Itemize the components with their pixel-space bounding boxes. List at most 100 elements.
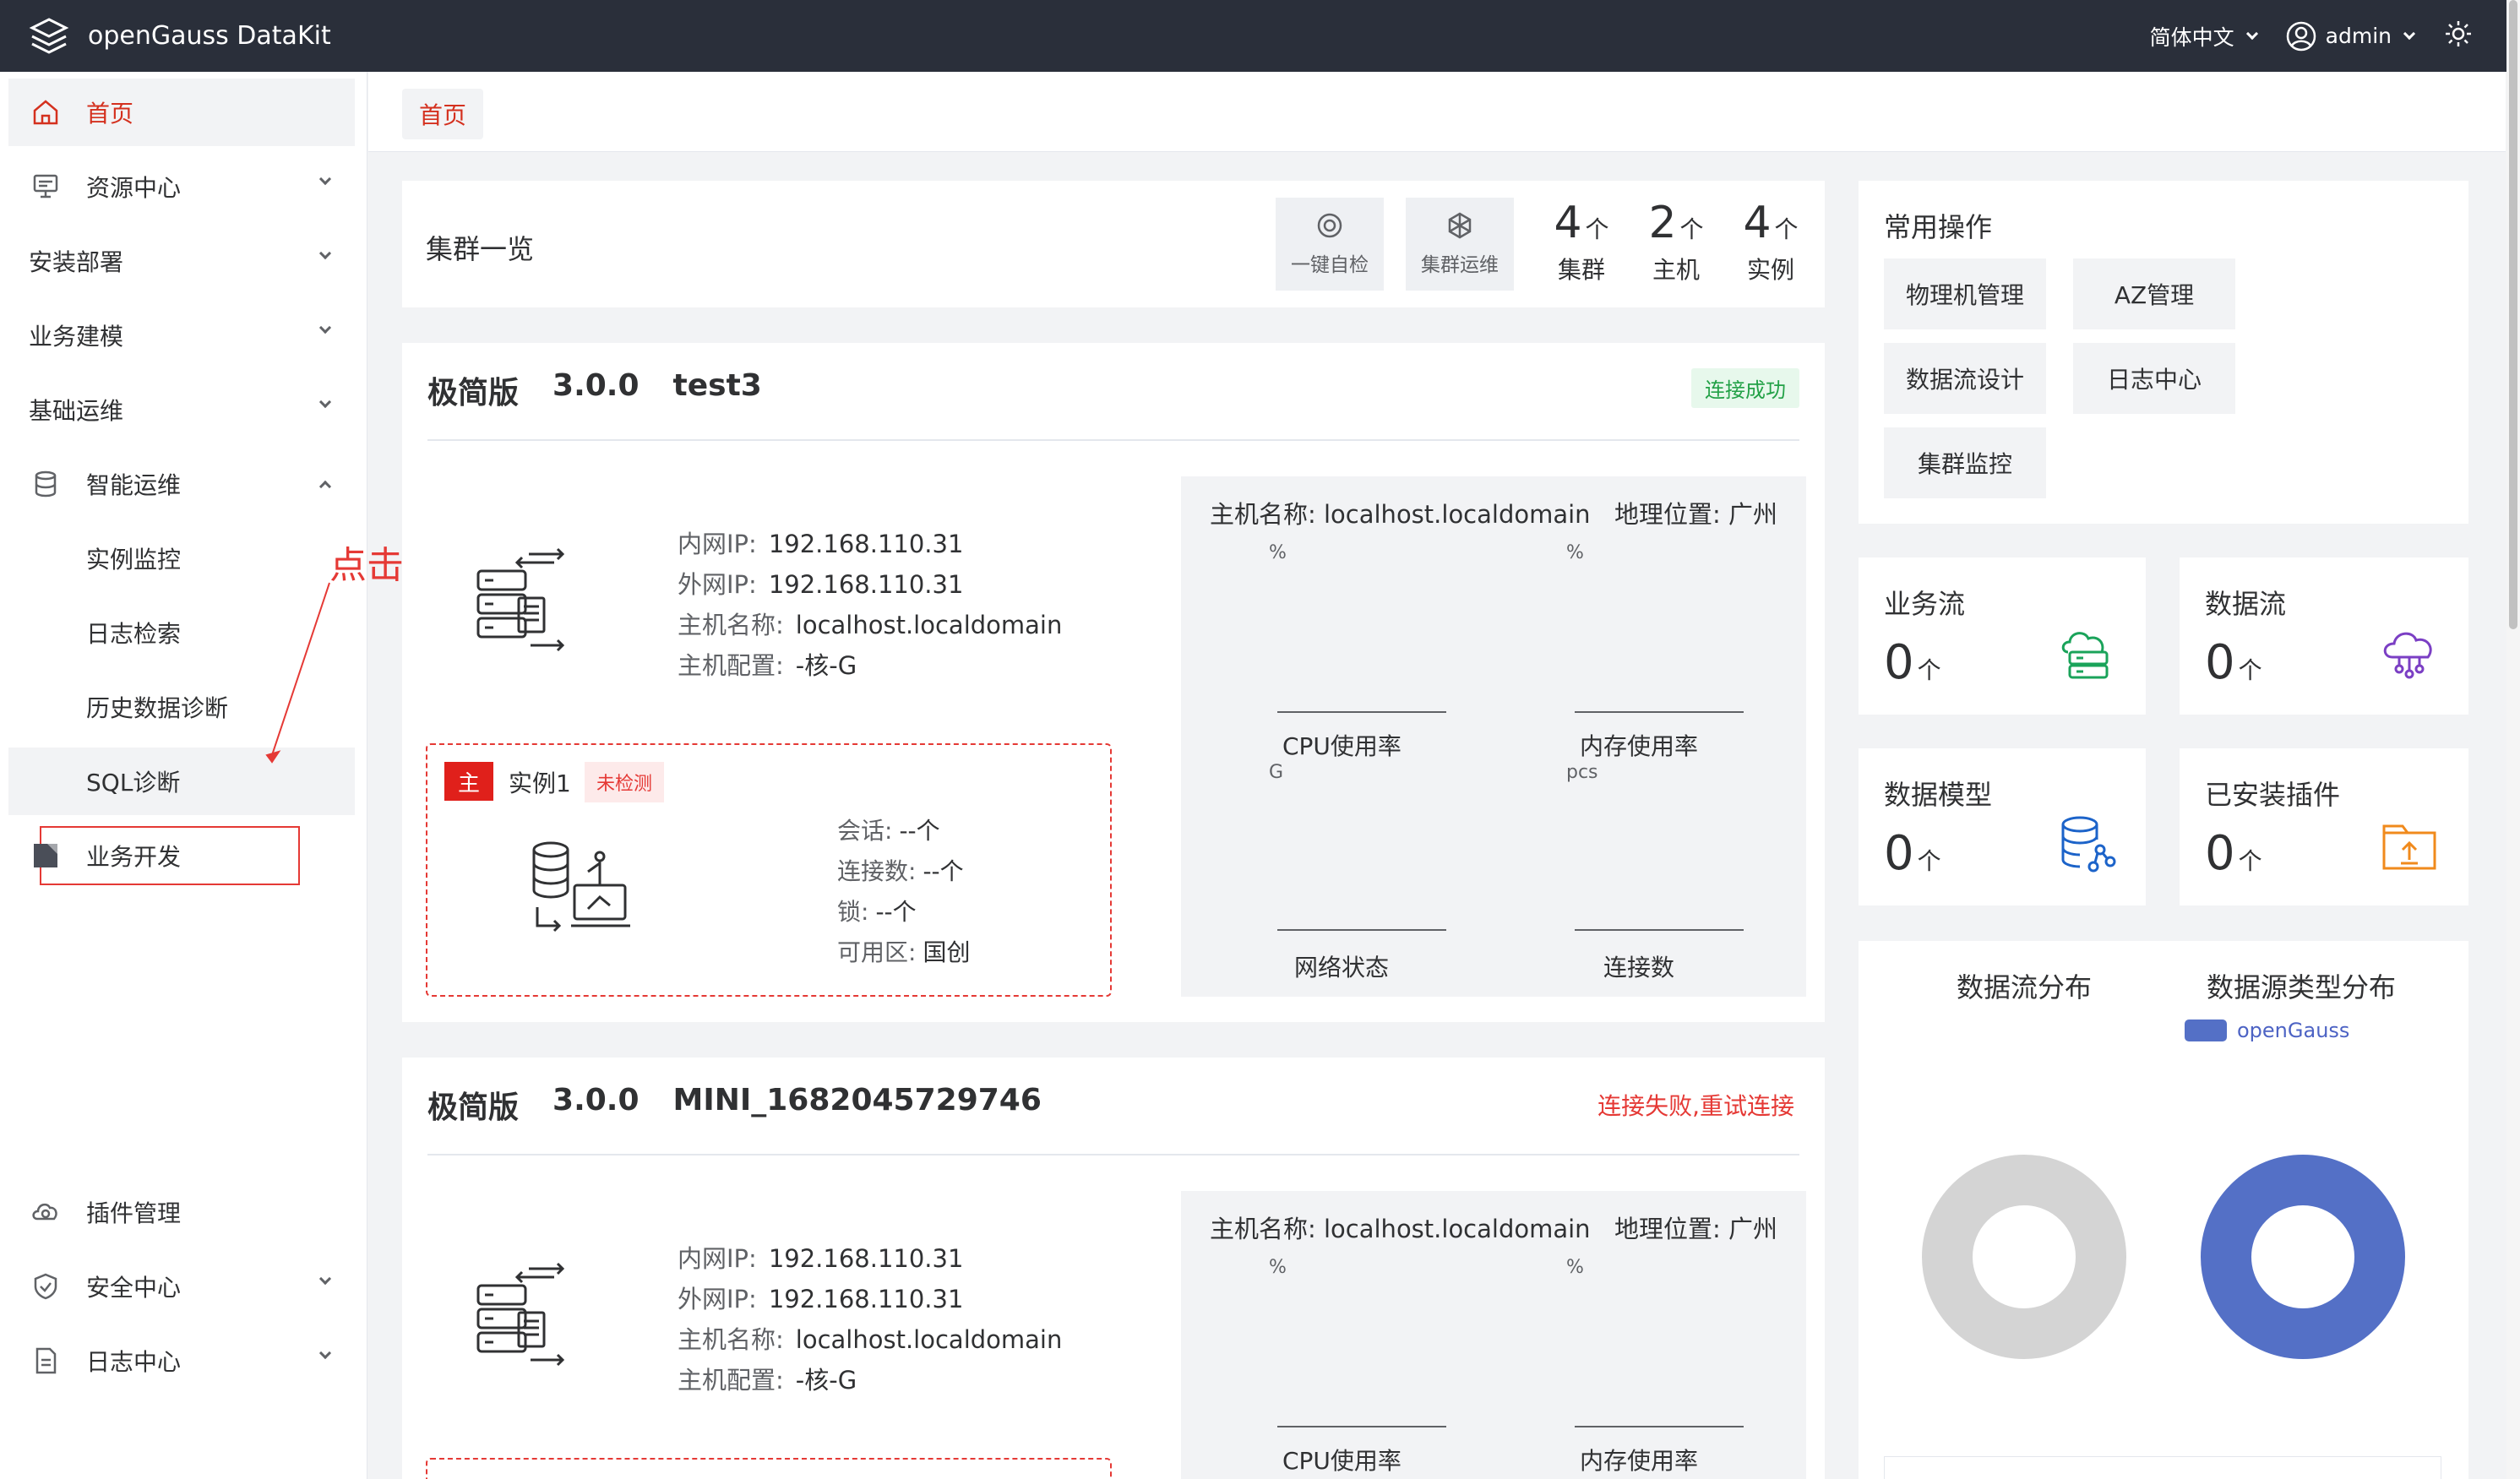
stat-unit: 个 xyxy=(1679,215,1704,243)
plugin-icon xyxy=(32,1203,57,1221)
cluster-ops-button[interactable]: 集群运维 xyxy=(1406,198,1514,291)
sidebar-item-resource-center[interactable]: 资源中心 xyxy=(8,153,355,220)
chevron-down-icon xyxy=(2403,27,2416,40)
stat-unit: 个 xyxy=(1774,215,1799,243)
summary-value: 0 xyxy=(2205,826,2235,881)
metrics-location: 地理位置: 广州 xyxy=(1614,1215,1777,1243)
info-label: 主机名称: xyxy=(678,611,784,639)
info-label: 外网IP: xyxy=(678,570,757,599)
server-icon xyxy=(476,1262,565,1367)
reconnect-link[interactable]: 连接失败,重试连接 xyxy=(1597,1088,1794,1122)
check-status-badge: 未检测 xyxy=(585,762,665,802)
cluster-header: 极简版 3.0.0 test3 xyxy=(427,368,762,412)
cluster-card: 极简版 3.0.0 MINI_1682045729746 连接失败,重试连接 内… xyxy=(402,1058,1825,1479)
sidebar-item-label: 智能运维 xyxy=(86,471,182,499)
legend-swatch xyxy=(2185,1020,2227,1041)
cloud-network-icon xyxy=(2383,632,2432,679)
sidebar-item-business-modeling[interactable]: 业务建模 xyxy=(8,302,355,369)
summary-unit: 个 xyxy=(2238,847,2262,875)
mem-unit: % xyxy=(1566,1257,1584,1278)
session-count: --个 xyxy=(899,817,940,845)
sidebar-item-plugin-management[interactable]: 插件管理 xyxy=(8,1178,355,1246)
cluster-card: 极简版 3.0.0 test3 连接成功 内网IP: 192.168.110.31… xyxy=(402,343,1825,1022)
chevron-down-icon xyxy=(318,1272,332,1286)
outer-ip: 192.168.110.31 xyxy=(768,1285,964,1313)
net-unit: G xyxy=(1269,762,1284,783)
sun-icon xyxy=(2446,20,2471,46)
sidebar-item-log-center[interactable]: 日志中心 xyxy=(8,1327,355,1395)
mem-usage-label: 内存使用率 xyxy=(1580,1447,1699,1475)
sidebar-subitem-label: SQL诊断 xyxy=(86,769,181,797)
distribution-card: 数据流分布 数据源类型分布 openGauss xyxy=(1859,941,2468,1479)
stat-value: 2 xyxy=(1648,198,1677,248)
sidebar-item-label: 业务建模 xyxy=(29,323,124,351)
instance-card[interactable]: 主 实例1 未检测 会话: --个 连接数: --个 锁: --个 可用区: 国创 xyxy=(426,743,1112,997)
scrollbar-thumb[interactable] xyxy=(2509,0,2517,629)
summary-card-data-model[interactable]: 数据模型 0个 xyxy=(1859,748,2146,905)
sidebar-subitem-label: 日志检索 xyxy=(86,620,182,648)
op-physical-machine-button[interactable]: 物理机管理 xyxy=(1884,258,2046,329)
host-info: 内网IP: 192.168.110.31 外网IP: 192.168.110.31 … xyxy=(678,524,1062,686)
stat-hosts: 2 个主机 xyxy=(1636,198,1717,285)
op-cluster-monitor-button[interactable]: 集群监控 xyxy=(1884,427,2046,498)
hostname: localhost.localdomain xyxy=(795,611,1063,639)
primary-role-badge: 主 xyxy=(444,762,493,801)
availability-zone: 国创 xyxy=(923,938,971,966)
sidebar-item-business-dev[interactable]: 业务开发 xyxy=(8,822,355,889)
host-config: -核-G xyxy=(795,1366,857,1395)
summary-card-business-flow[interactable]: 业务流 0个 xyxy=(1859,557,2146,715)
summary-value: 0 xyxy=(2205,635,2235,690)
op-az-management-button[interactable]: AZ管理 xyxy=(2073,258,2235,329)
divider xyxy=(427,439,1799,441)
home-icon xyxy=(33,100,58,125)
stat-label: 集群 xyxy=(1557,256,1605,284)
stat-clusters: 4 个集群 xyxy=(1541,198,1622,285)
conn-chart-axis xyxy=(1575,929,1744,931)
summary-title: 已安装插件 xyxy=(2205,779,2341,811)
hostname: localhost.localdomain xyxy=(795,1325,1063,1354)
server-icon xyxy=(476,547,565,652)
layers-logo-icon xyxy=(29,17,69,54)
op-dataflow-design-button[interactable]: 数据流设计 xyxy=(1884,343,2046,414)
summary-card-data-flow[interactable]: 数据流 0个 xyxy=(2180,557,2468,715)
sidebar-item-label: 安全中心 xyxy=(86,1274,182,1302)
user-menu[interactable]: admin xyxy=(2285,20,2416,52)
sidebar-item-install-deploy[interactable]: 安装部署 xyxy=(8,227,355,295)
top-bar: openGauss DataKit 简体中文 admin xyxy=(0,0,2520,72)
theme-toggle[interactable] xyxy=(2444,19,2473,53)
legend-opengauss[interactable]: openGauss xyxy=(2185,1019,2349,1042)
op-log-center-button[interactable]: 日志中心 xyxy=(2073,343,2235,414)
stat-label: 主机 xyxy=(1652,256,1700,284)
sidebar-item-security-center[interactable]: 安全中心 xyxy=(8,1253,355,1320)
mem-chart-axis xyxy=(1575,711,1744,713)
app-logo[interactable]: openGauss DataKit xyxy=(27,14,331,58)
opengauss-donut-slice[interactable] xyxy=(2201,1155,2405,1359)
instance-card[interactable] xyxy=(426,1458,1112,1479)
document-icon xyxy=(35,1347,57,1374)
database-icon xyxy=(35,470,57,498)
summary-unit: 个 xyxy=(1917,847,1941,875)
self-check-button[interactable]: 一键自检 xyxy=(1276,198,1384,291)
sidebar-item-basic-ops[interactable]: 基础运维 xyxy=(8,376,355,443)
metrics-location: 地理位置: 广州 xyxy=(1614,500,1777,529)
breadcrumb-home[interactable]: 首页 xyxy=(402,89,484,139)
shield-icon xyxy=(34,1273,57,1300)
language-selector[interactable]: 简体中文 xyxy=(2150,21,2258,52)
sidebar-item-home[interactable]: 首页 xyxy=(8,79,355,146)
info-label: 锁: xyxy=(837,898,869,926)
cpu-unit: % xyxy=(1269,1257,1287,1278)
summary-value: 0 xyxy=(1884,826,1914,881)
resource-icon xyxy=(33,174,58,198)
self-check-label: 一键自检 xyxy=(1291,254,1369,276)
instance-name: 实例1 xyxy=(509,769,571,797)
chevron-up-icon xyxy=(318,480,332,493)
summary-card-installed-plugins[interactable]: 已安装插件 0个 xyxy=(2180,748,2468,905)
host-info: 内网IP: 192.168.110.31 外网IP: 192.168.110.31 … xyxy=(678,1238,1062,1400)
summary-title: 数据模型 xyxy=(1884,779,1993,811)
chevron-down-icon xyxy=(318,1346,332,1360)
sidebar-subitem-label: 实例监控 xyxy=(86,546,182,574)
summary-unit: 个 xyxy=(1917,656,1941,684)
sidebar-item-intelligent-ops[interactable]: 智能运维 xyxy=(8,450,355,518)
page-scrollbar[interactable] xyxy=(2506,0,2520,1479)
outer-ip: 192.168.110.31 xyxy=(768,570,964,599)
